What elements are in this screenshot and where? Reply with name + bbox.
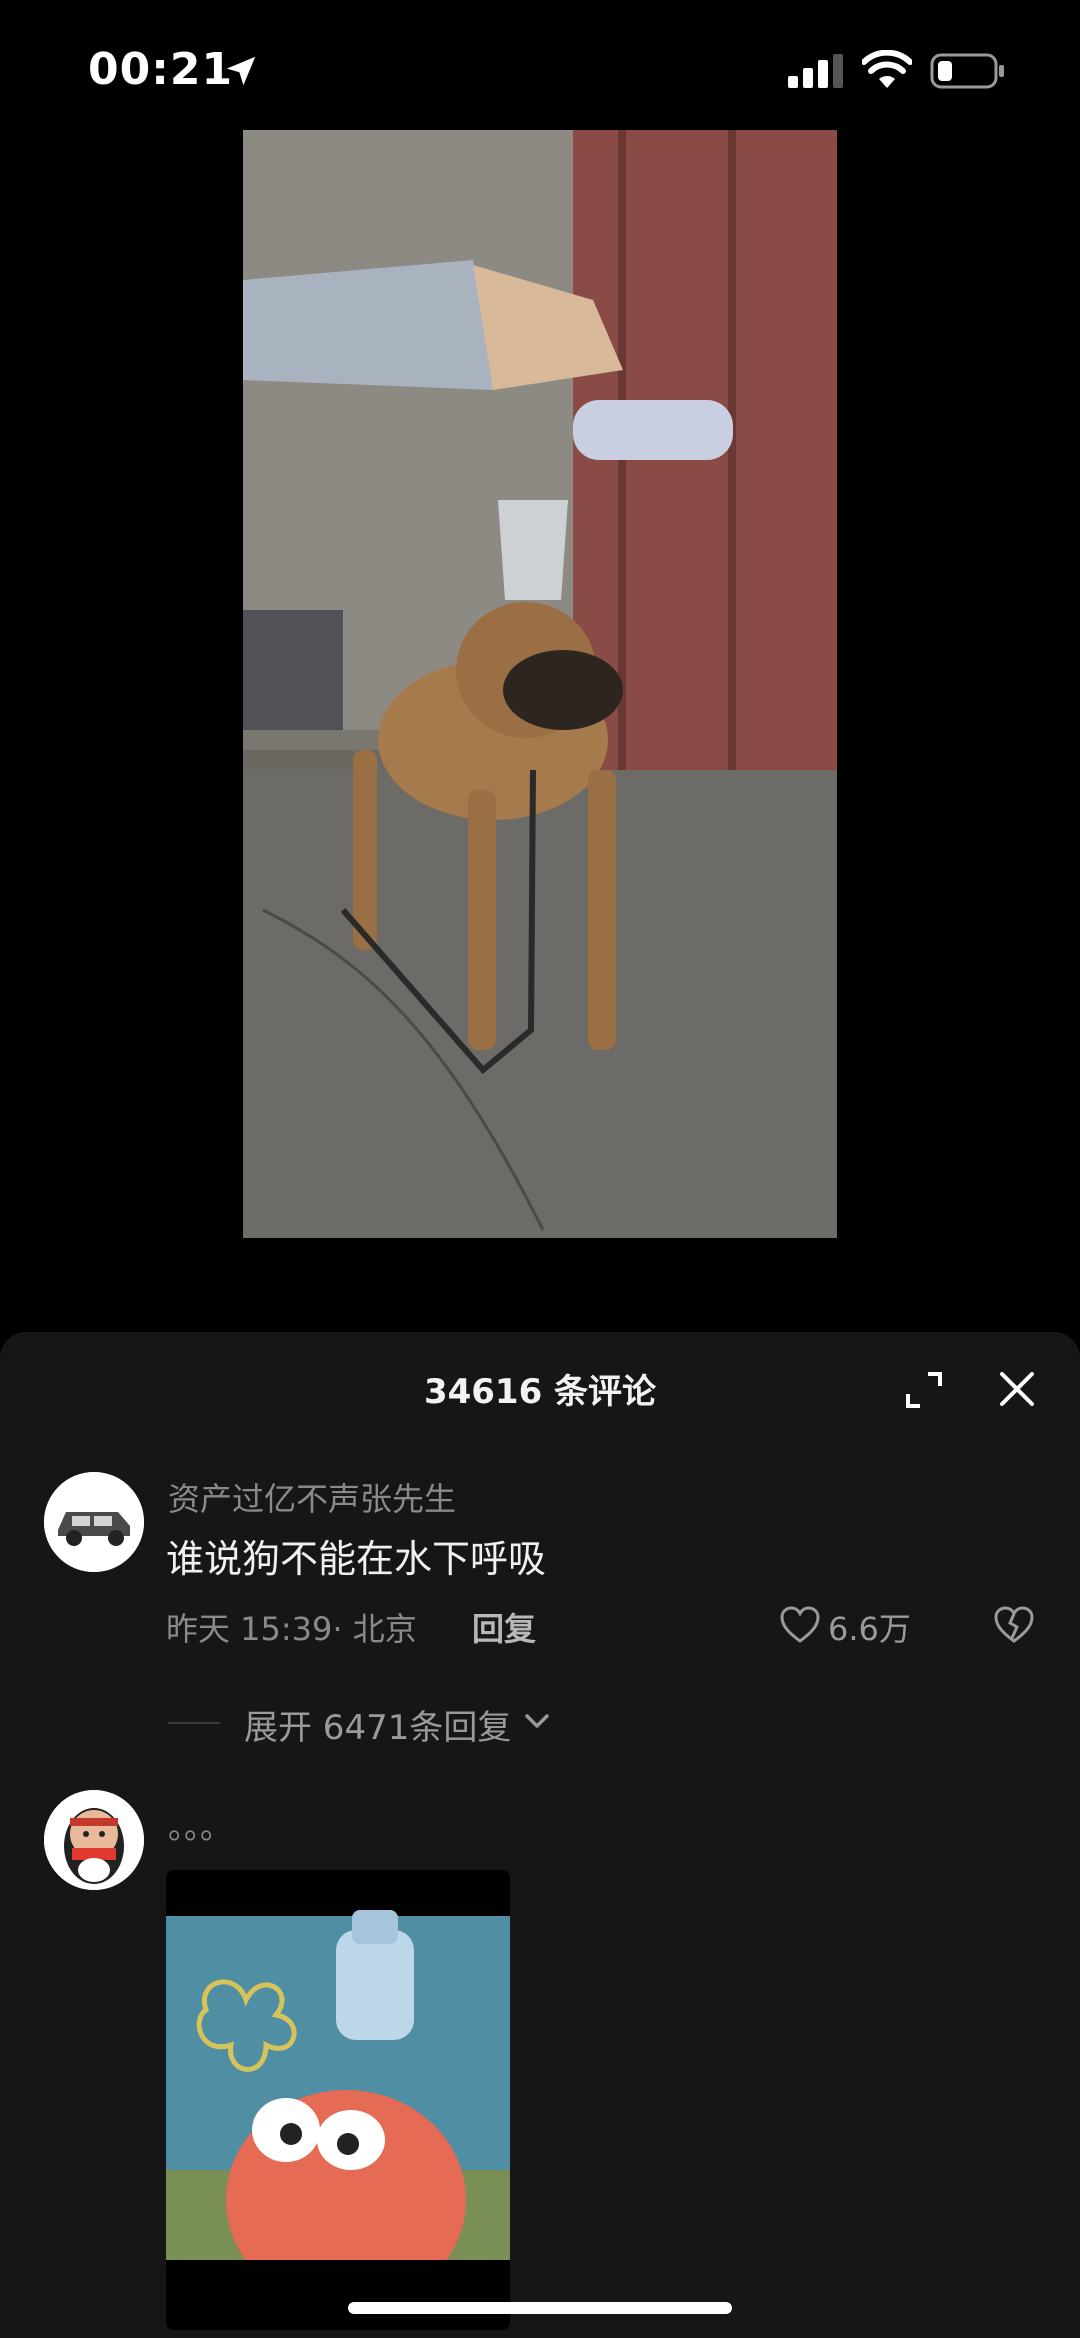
home-indicator[interactable] <box>348 2302 732 2314</box>
expand-icon[interactable] <box>904 1370 944 1410</box>
wifi-icon <box>862 50 912 88</box>
cartoon-image <box>166 1870 510 2330</box>
clock-time: 00:21 <box>88 44 234 95</box>
chevron-down-icon[interactable] <box>522 1706 552 1736</box>
expand-divider <box>168 1722 220 1724</box>
comment-image[interactable] <box>166 1870 510 2330</box>
broken-heart-dislike-icon[interactable] <box>994 1606 1034 1644</box>
comment-time-location: 昨天 15:39· 北京 <box>166 1610 417 1648</box>
heart-like-icon[interactable] <box>780 1606 820 1644</box>
avatar[interactable] <box>44 1790 144 1890</box>
close-icon[interactable] <box>994 1366 1040 1412</box>
comment-username[interactable]: 。。。 <box>168 1802 232 1848</box>
video-player[interactable] <box>243 130 837 1238</box>
like-count: 6.6万 <box>828 1610 911 1648</box>
reply-button[interactable]: 回复 <box>472 1604 536 1650</box>
cellular-signal-icon <box>788 54 843 88</box>
status-bar: 00:21 <box>0 0 1080 130</box>
comment-text: 谁说狗不能在水下呼吸 <box>166 1537 547 1581</box>
battery-icon <box>930 53 1004 89</box>
penguin-avatar-icon <box>44 1790 144 1890</box>
video-frame-image <box>243 130 837 1238</box>
expand-replies-button[interactable]: 展开 6471条回复 <box>244 1700 511 1749</box>
comment-username[interactable]: 资产过亿不声张先生 <box>168 1474 456 1520</box>
avatar[interactable] <box>44 1472 144 1572</box>
car-avatar-icon <box>44 1472 144 1572</box>
location-arrow-icon <box>226 56 256 86</box>
comments-panel: 34616 条评论 <box>0 1332 1080 2338</box>
